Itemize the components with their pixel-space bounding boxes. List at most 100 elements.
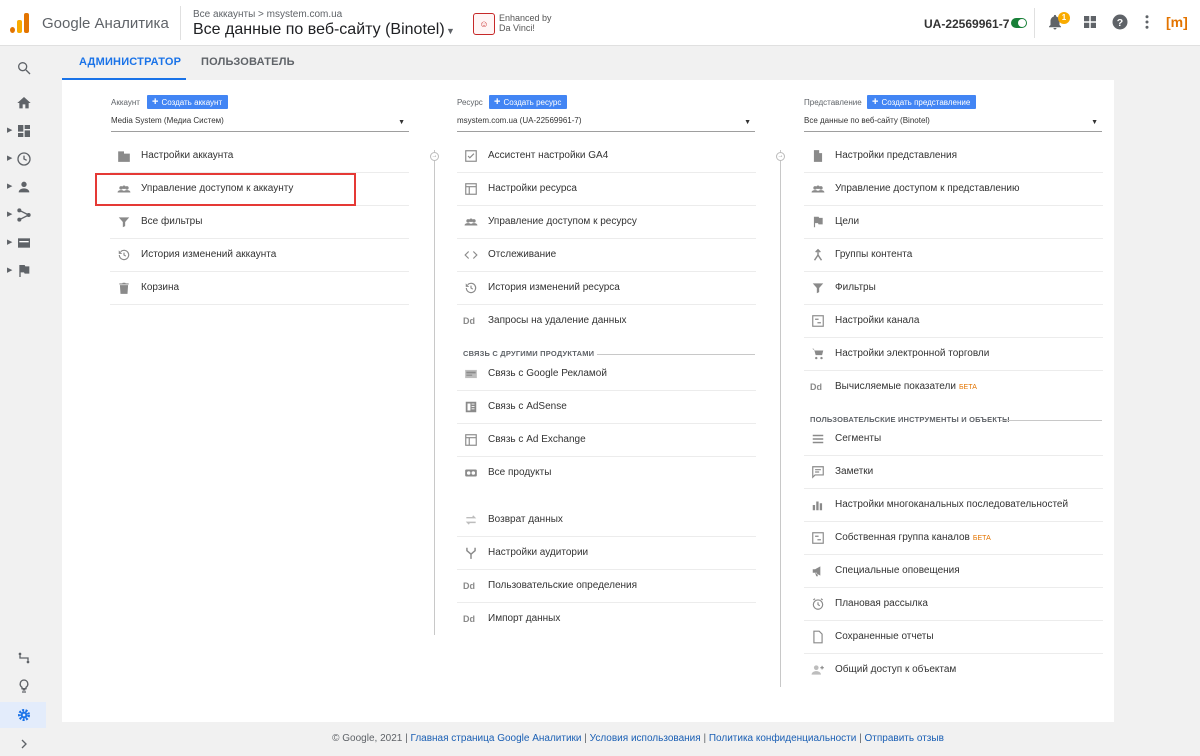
goals-item[interactable]: Цели (804, 206, 1103, 239)
content-groups-item[interactable]: Группы контента (804, 239, 1103, 272)
people-icon (811, 185, 825, 193)
gear-icon[interactable] (16, 707, 32, 723)
building-icon (118, 151, 130, 162)
adx-icon (465, 434, 477, 446)
footer-privacy-link[interactable]: Политика конфиденциальности (709, 733, 857, 744)
breadcrumb[interactable]: Все аккаунты > msystem.com.ua (193, 9, 342, 20)
flag-icon[interactable] (16, 263, 32, 279)
clock-icon[interactable] (16, 151, 32, 167)
people-icon (464, 218, 478, 226)
property-access-item[interactable]: Управление доступом к ресурсу (457, 206, 756, 239)
fork-icon (466, 547, 476, 559)
expand-arrow-icon[interactable]: ▶ (7, 126, 12, 134)
filter-icon (118, 217, 130, 228)
dd-icon: Dd (810, 382, 822, 392)
beta-badge: БЕТА (972, 535, 991, 542)
header-divider (180, 6, 181, 40)
product-links-title: СВЯЗЬ С ДРУГИМИ ПРОДУКТАМИ (463, 349, 595, 358)
view-selector[interactable]: Все данные по веб-сайту (Binotel) (193, 21, 445, 39)
account-brand-icon[interactable]: [m] (1166, 14, 1188, 30)
all-products-item[interactable]: Все продукты (457, 457, 756, 490)
google-ads-link-item[interactable]: Связь с Google Рекламой (457, 358, 756, 391)
property-settings-item[interactable]: Настройки ресурса (457, 173, 756, 206)
custom-channel-group-item[interactable]: Собственная группа каналов БЕТА (804, 522, 1103, 555)
footer: © Google, 2021 | Главная страница Google… (332, 733, 944, 744)
caret-down-icon[interactable]: ▼ (446, 26, 455, 36)
trash-item[interactable]: Корзина (110, 272, 409, 305)
create-view-button[interactable]: + Создать представление (867, 95, 977, 109)
property-column-label: Ресурс (457, 98, 483, 107)
analytics-logo-icon[interactable] (10, 13, 30, 33)
expand-arrow-icon[interactable]: ▶ (7, 210, 12, 218)
highlight-box (95, 173, 356, 206)
megaphone-icon (812, 566, 821, 577)
expand-arrow-icon[interactable]: ▶ (7, 238, 12, 246)
column-divider (780, 150, 781, 687)
adsense-link-item[interactable]: Связь с AdSense (457, 391, 756, 424)
property-select[interactable]: msystem.com.ua (UA-22569961-7) ▼ (457, 116, 755, 132)
search-icon[interactable] (16, 60, 32, 76)
dashboard-icon[interactable] (16, 123, 32, 139)
create-property-button[interactable]: + Создать ресурс (489, 95, 568, 109)
segments-item[interactable]: Сегменты (804, 423, 1103, 456)
property-history-item[interactable]: История изменений ресурса (457, 272, 756, 305)
footer-home-link[interactable]: Главная страница Google Аналитики (410, 733, 581, 744)
saved-reports-item[interactable]: Сохраненные отчеты (804, 621, 1103, 654)
data-return-item[interactable]: Возврат данных (457, 504, 756, 537)
calculated-metrics-item[interactable]: Dd Вычисляемые показатели БЕТА (804, 371, 1103, 404)
segments-icon (812, 434, 824, 444)
view-access-item[interactable]: Управление доступом к представлению (804, 173, 1103, 206)
all-filters-item[interactable]: Все фильтры (110, 206, 409, 239)
section-rule (597, 354, 755, 355)
multichannel-settings-item[interactable]: Настройки многоканальных последовательно… (804, 489, 1103, 522)
custom-definitions-item[interactable]: Dd Пользовательские определения (457, 570, 756, 603)
more-vert-icon[interactable] (1138, 13, 1156, 31)
view-select[interactable]: Все данные по веб-сайту (Binotel) ▼ (804, 116, 1102, 132)
footer-feedback-link[interactable]: Отправить отзыв (865, 733, 944, 744)
dd-icon: Dd (463, 316, 475, 326)
share-assets-item[interactable]: Общий доступ к объектам (804, 654, 1103, 687)
create-account-button[interactable]: + Создать аккаунт (147, 95, 229, 109)
ad-exchange-link-item[interactable]: Связь с Ad Exchange (457, 424, 756, 457)
brand-name[interactable]: Google Аналитика (42, 15, 169, 32)
window-icon (465, 183, 477, 195)
app-header: Google Аналитика Все аккаунты > msystem.… (0, 0, 1200, 46)
account-settings-item[interactable]: Настройки аккаунта (110, 140, 409, 173)
view-settings-item[interactable]: Настройки представления (804, 140, 1103, 173)
home-icon[interactable] (16, 95, 32, 111)
expand-arrow-icon[interactable]: ▶ (7, 266, 12, 274)
property-id[interactable]: UA-22569961-7 (924, 17, 1009, 31)
dd-icon: Dd (463, 581, 475, 591)
channel-settings-item[interactable]: Настройки канала (804, 305, 1103, 338)
extension-avatar-icon: ☺ (473, 13, 495, 35)
section-rule (1000, 420, 1102, 421)
behavior-icon[interactable] (16, 235, 32, 251)
audience-settings-item[interactable]: Настройки аудитории (457, 537, 756, 570)
custom-alerts-item[interactable]: Специальные оповещения (804, 555, 1103, 588)
filters-item[interactable]: Фильтры (804, 272, 1103, 305)
account-history-item[interactable]: История изменений аккаунта (110, 239, 409, 272)
arrow-circle-icon: → (776, 152, 785, 161)
caret-down-icon: ▼ (744, 119, 751, 126)
expand-arrow-icon[interactable]: ▶ (7, 182, 12, 190)
help-icon[interactable]: ? (1111, 13, 1129, 31)
property-toggle[interactable] (1011, 18, 1027, 28)
attribution-icon[interactable] (16, 650, 32, 666)
acquisition-icon[interactable] (16, 207, 32, 223)
ga4-assistant-item[interactable]: Ассистент настройки GA4 (457, 140, 756, 173)
person-icon[interactable] (16, 179, 32, 195)
annotations-item[interactable]: Заметки (804, 456, 1103, 489)
apps-grid-icon[interactable] (1081, 13, 1099, 31)
data-deletion-item[interactable]: Dd Запросы на удаление данных (457, 305, 756, 338)
account-select[interactable]: Media System (Медиа Систем) ▼ (111, 116, 409, 132)
ecommerce-settings-item[interactable]: Настройки электронной торговли (804, 338, 1103, 371)
expand-arrow-icon[interactable]: ▶ (7, 154, 12, 162)
footer-terms-link[interactable]: Условия использования (590, 733, 701, 744)
lightbulb-icon[interactable] (16, 678, 32, 694)
tracking-item[interactable]: Отслеживание (457, 239, 756, 272)
tab-user[interactable]: ПОЛЬЗОВАТЕЛЬ (201, 56, 295, 68)
tab-admin[interactable]: АДМИНИСТРАТОР (79, 56, 181, 68)
scheduled-emails-item[interactable]: Плановая рассылка (804, 588, 1103, 621)
channel-icon (812, 532, 824, 544)
data-import-item[interactable]: Dd Импорт данных (457, 603, 756, 636)
